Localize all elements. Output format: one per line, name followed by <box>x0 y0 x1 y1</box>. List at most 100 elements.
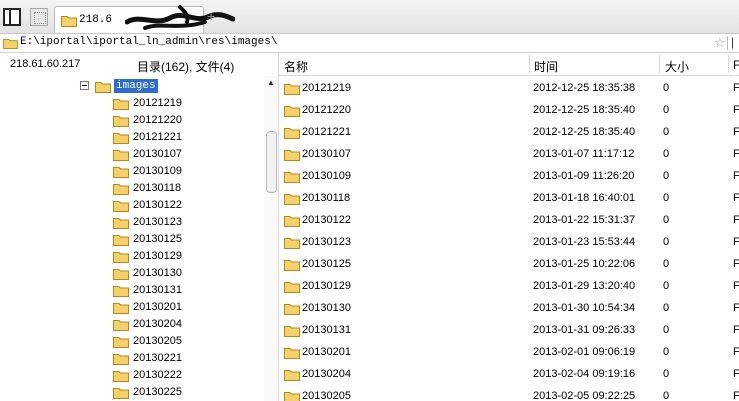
column-time[interactable]: 时间 <box>534 58 558 75</box>
file-name: 20121219 <box>302 82 351 94</box>
file-extra: F <box>733 346 739 358</box>
file-extra: F <box>733 258 739 270</box>
tree-item-label: 20130130 <box>133 267 182 279</box>
path-bar: E:\iportal\iportal_ln_admin\res\images\ … <box>0 34 739 53</box>
tree-item-label: 20121220 <box>133 114 182 126</box>
folder-icon <box>113 388 129 399</box>
file-size: 0 <box>663 324 670 336</box>
scroll-up-arrow-icon[interactable]: ▲ <box>267 78 275 87</box>
folder-icon <box>284 106 300 117</box>
folder-icon <box>113 201 129 212</box>
folder-icon <box>113 116 129 127</box>
file-name: 20130125 <box>302 258 351 270</box>
file-row[interactable]: 20130107 2013-01-07 11:17:12 0 F <box>279 143 739 165</box>
folder-icon <box>113 320 129 331</box>
file-name: 20130129 <box>302 280 351 292</box>
file-extra: F <box>733 148 739 160</box>
folder-tree: images 20121219 20121220 20121221 20130107 2… <box>0 76 278 401</box>
scroll-thumb[interactable] <box>266 131 277 193</box>
file-size: 0 <box>663 302 670 314</box>
path-input[interactable]: E:\iportal\iportal_ln_admin\res\images\ <box>20 36 277 48</box>
folder-icon <box>3 38 18 49</box>
blank-tab-icon[interactable] <box>30 8 48 26</box>
tree-item-label: 20130107 <box>133 148 182 160</box>
tree-item-label: 20130201 <box>133 301 182 313</box>
panel-toggle-icon[interactable] <box>3 8 21 26</box>
file-name: 20121220 <box>302 104 351 116</box>
folder-icon <box>284 370 300 381</box>
file-time: 2013-01-09 11:26:20 <box>533 170 635 182</box>
folder-icon <box>113 167 129 178</box>
file-row[interactable]: 20130118 2013-01-18 16:40:01 0 F <box>279 187 739 209</box>
column-divider[interactable] <box>728 55 729 73</box>
column-size[interactable]: 大小 <box>665 58 689 75</box>
redaction-scribble <box>125 5 235 30</box>
folder-icon <box>113 99 129 110</box>
folder-icon <box>284 348 300 359</box>
file-row[interactable]: 20121221 2012-12-25 18:35:40 0 F <box>279 121 739 143</box>
file-size: 0 <box>663 346 670 358</box>
folder-icon <box>113 252 129 263</box>
tree-item-label: 20130122 <box>133 199 182 211</box>
file-extra: F <box>733 104 739 116</box>
folder-icon <box>284 238 300 249</box>
file-row[interactable]: 20130130 2013-01-30 10:54:34 0 F <box>279 297 739 319</box>
file-time: 2013-01-23 15:53:44 <box>533 236 636 248</box>
file-row[interactable]: 20130201 2013-02-01 09:06:19 0 F <box>279 341 739 363</box>
active-tab[interactable]: 218.6 <box>54 5 235 33</box>
file-extra: F <box>733 280 739 292</box>
folder-icon <box>284 260 300 271</box>
tree-scrollbar[interactable]: ▲ <box>264 76 278 401</box>
file-extra: F <box>733 390 739 401</box>
file-name: 20130201 <box>302 346 351 358</box>
file-row[interactable]: 20121220 2012-12-25 18:35:40 0 F <box>279 99 739 121</box>
column-divider[interactable] <box>529 55 530 73</box>
folder-icon <box>113 235 129 246</box>
file-extra: F <box>733 236 739 248</box>
favorite-star-icon[interactable]: ☆ <box>714 35 726 51</box>
tree-item-label: 20130131 <box>133 284 182 296</box>
file-size: 0 <box>663 236 670 248</box>
file-size: 0 <box>663 368 670 380</box>
file-row[interactable]: 20130205 2013-02-05 09:22:25 0 F <box>279 385 739 401</box>
folder-icon <box>113 269 129 280</box>
file-time: 2013-02-04 09:19:16 <box>533 368 636 380</box>
file-row[interactable]: 20130123 2013-01-23 15:53:44 0 F <box>279 231 739 253</box>
folder-icon <box>61 16 77 27</box>
column-extra[interactable]: F <box>733 58 739 72</box>
file-row[interactable]: 20130204 2013-02-04 09:19:16 0 F <box>279 363 739 385</box>
folder-icon <box>284 216 300 227</box>
column-name[interactable]: 名称 <box>284 58 308 75</box>
folder-icon <box>284 128 300 139</box>
file-time: 2013-01-18 16:40:01 <box>533 192 636 204</box>
file-row[interactable]: 20130131 2013-01-31 09:26:33 0 F <box>279 319 739 341</box>
file-row[interactable]: 20130109 2013-01-09 11:26:20 0 F <box>279 165 739 187</box>
folder-icon <box>284 282 300 293</box>
tree-item-label: 20130129 <box>133 250 182 262</box>
file-extra: F <box>733 324 739 336</box>
file-size: 0 <box>663 280 670 292</box>
folder-icon <box>113 150 129 161</box>
new-tab-button[interactable]: + <box>207 8 215 24</box>
tree-root-label[interactable]: images <box>114 79 158 93</box>
file-size: 0 <box>663 126 670 138</box>
file-name: 20130123 <box>302 236 351 248</box>
file-time: 2012-12-25 18:35:40 <box>533 126 636 138</box>
file-time: 2013-01-22 15:31:37 <box>533 214 636 226</box>
tree-collapse-icon[interactable] <box>80 81 89 90</box>
tree-item-label: 20130221 <box>133 352 182 364</box>
file-name: 20130204 <box>302 368 351 380</box>
path-more-button[interactable]: | <box>731 35 734 49</box>
file-extra: F <box>733 368 739 380</box>
folder-icon <box>284 304 300 315</box>
tab-title: 218.6 <box>79 14 113 26</box>
column-divider[interactable] <box>659 55 660 73</box>
file-time: 2013-01-29 13:20:40 <box>533 280 636 292</box>
tree-item-label: 20130125 <box>133 233 182 245</box>
file-row[interactable]: 20130122 2013-01-22 15:31:37 0 F <box>279 209 739 231</box>
file-row[interactable]: 20130129 2013-01-29 13:20:40 0 F <box>279 275 739 297</box>
file-name: 20130107 <box>302 148 351 160</box>
file-time: 2013-01-25 10:22:06 <box>533 258 636 270</box>
file-row[interactable]: 20121219 2012-12-25 18:35:38 0 F <box>279 77 739 99</box>
file-row[interactable]: 20130125 2013-01-25 10:22:06 0 F <box>279 253 739 275</box>
